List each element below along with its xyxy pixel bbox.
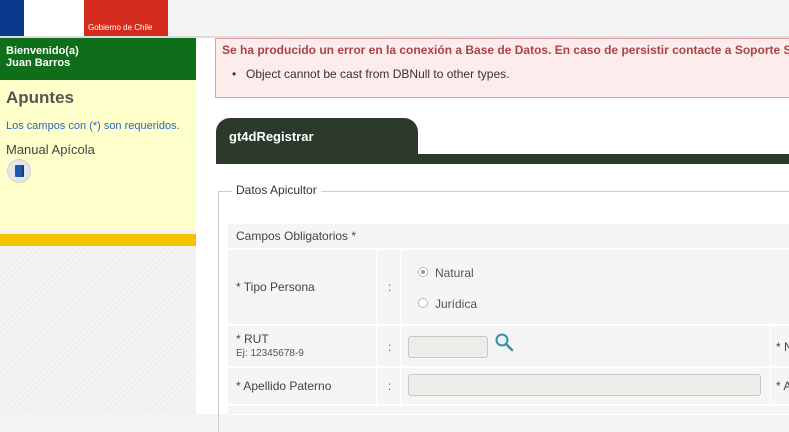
apellido-paterno-label: * Apellido Paterno	[236, 379, 332, 393]
welcome-greeting: Bienvenido(a)	[6, 45, 79, 57]
tab-bar	[216, 154, 789, 164]
main-content: Se ha producido un error en la conexión …	[196, 38, 789, 432]
column-separator	[376, 250, 377, 324]
error-item: Object cannot be cast from DBNull to oth…	[232, 67, 509, 81]
radio-natural-label[interactable]: Natural	[435, 266, 474, 280]
required-note: Los campos con (*) son requeridos.	[6, 120, 180, 132]
tab-gt4dregistrar[interactable]: gt4dRegistrar	[216, 118, 418, 154]
top-header: Gobierno de Chile	[0, 0, 789, 36]
fieldset-legend: Datos Apicultor	[232, 183, 321, 197]
tipo-persona-row: * Tipo Persona : Natural Jurídica	[228, 250, 789, 325]
book-icon[interactable]	[7, 159, 31, 183]
column-separator	[770, 326, 771, 366]
sidebar-panel: Apuntes Los campos con (*) son requerido…	[0, 80, 196, 246]
manual-link[interactable]: Manual Apícola	[6, 142, 95, 157]
logo-blue-block	[0, 0, 24, 36]
sidebar: Bienvenido(a) Juan Barros Apuntes Los ca…	[0, 38, 196, 414]
apellido-paterno-input[interactable]	[408, 374, 761, 396]
rut-colon: :	[388, 340, 392, 354]
section-header-row: Campos Obligatorios *	[228, 224, 789, 249]
error-title: Se ha producido un error en la conexión …	[222, 43, 789, 57]
section-header: Campos Obligatorios *	[236, 229, 357, 243]
error-alert: Se ha producido un error en la conexión …	[215, 38, 789, 98]
tipo-persona-label: * Tipo Persona	[236, 280, 315, 294]
apellido-paterno-colon: :	[388, 379, 392, 393]
column-separator	[400, 326, 401, 366]
column-separator	[770, 368, 771, 404]
tipo-persona-colon: :	[388, 280, 392, 294]
column-separator	[376, 326, 377, 366]
welcome-username: Juan Barros	[6, 57, 71, 69]
radio-juridica[interactable]	[418, 298, 428, 308]
apellido-paterno-row: * Apellido Paterno : * A	[228, 368, 789, 405]
rut-input[interactable]	[408, 336, 488, 358]
right-field-label: * N	[776, 340, 789, 354]
radio-juridica-label[interactable]: Jurídica	[435, 297, 477, 311]
rut-row: * RUT Ej: 12345678-9 : * N	[228, 326, 789, 367]
search-icon[interactable]	[494, 332, 514, 352]
right-field-label: * A	[776, 379, 789, 393]
logo-text: Gobierno de Chile	[84, 0, 168, 36]
sidebar-title: Apuntes	[6, 88, 74, 107]
sidebar-yellow-bar	[0, 234, 196, 246]
logo-white-block	[24, 0, 84, 36]
rut-example: Ej: 12345678-9	[236, 348, 304, 359]
column-separator	[400, 368, 401, 404]
radio-natural[interactable]	[418, 267, 428, 277]
book-icon-glyph	[14, 165, 24, 177]
gobierno-logo[interactable]: Gobierno de Chile	[0, 0, 168, 36]
rut-label: * RUT	[236, 332, 269, 346]
welcome-box: Bienvenido(a) Juan Barros	[0, 38, 196, 80]
column-separator	[400, 250, 401, 324]
column-separator	[376, 368, 377, 404]
